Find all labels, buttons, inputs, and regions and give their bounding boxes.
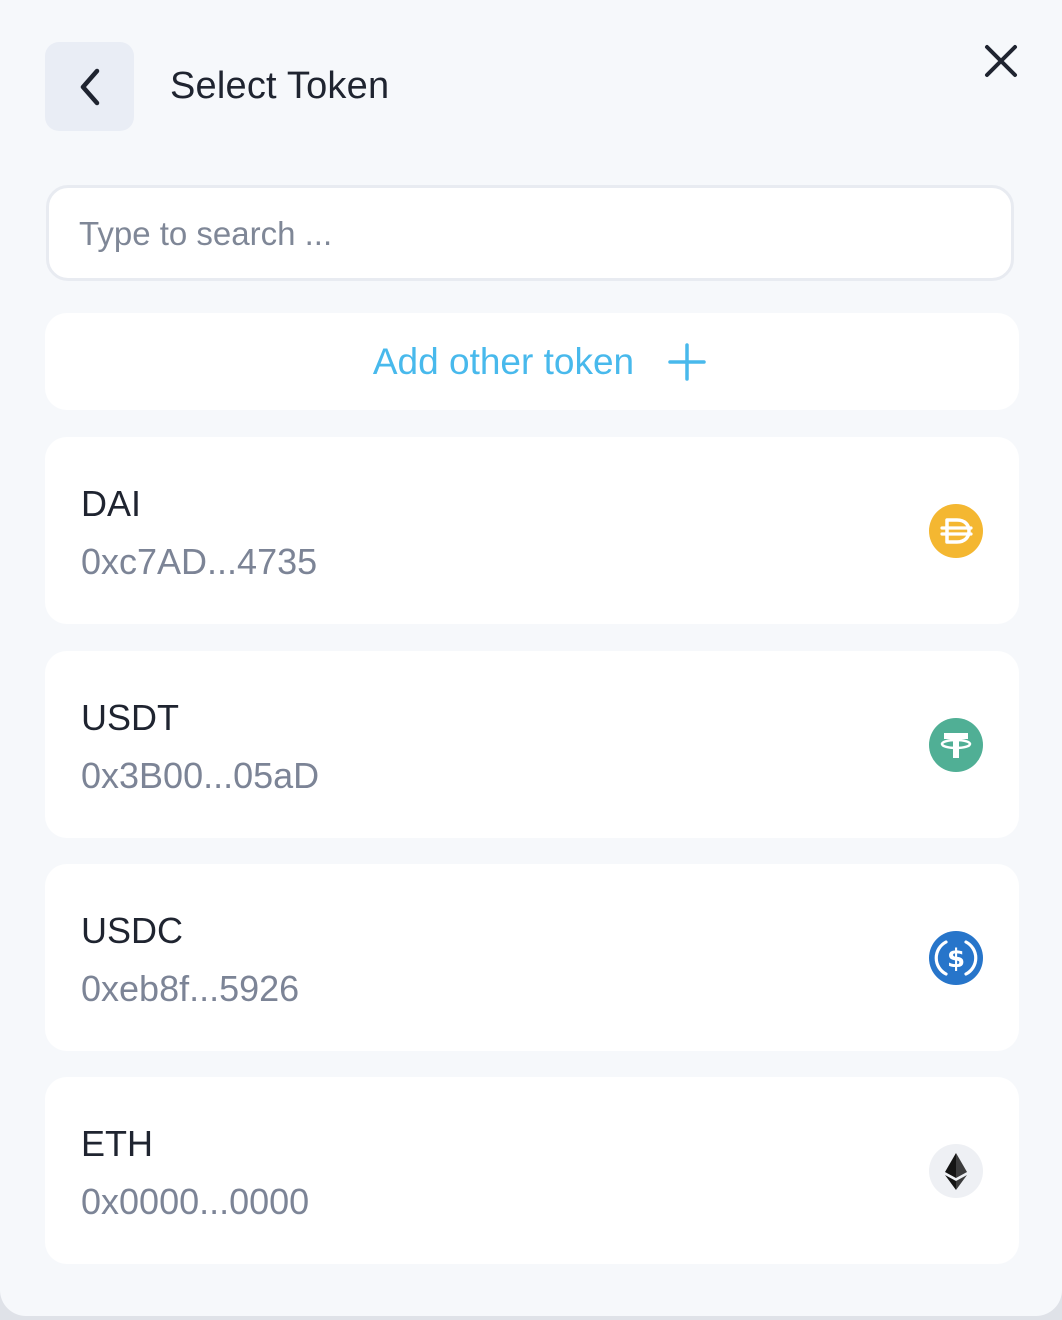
token-row-usdt[interactable]: USDT 0x3B00...05aD: [45, 651, 1019, 838]
add-other-token-button[interactable]: Add other token: [45, 313, 1019, 410]
eth-icon: [929, 1144, 983, 1198]
token-symbol: USDT: [81, 697, 179, 738]
add-other-token-label: Add other token: [372, 340, 635, 382]
chevron-left-icon: [80, 68, 99, 105]
search-input[interactable]: [77, 188, 981, 280]
token-row-dai[interactable]: DAI 0xc7AD...4735: [45, 437, 1019, 624]
token-row-usdc[interactable]: USDC 0xeb8f...5926 $: [45, 864, 1019, 1051]
usdc-icon: $: [929, 931, 983, 985]
back-button[interactable]: [45, 42, 134, 131]
usdt-icon: [929, 718, 983, 772]
plus-icon: [668, 342, 706, 381]
token-address: 0xc7AD...4735: [81, 541, 318, 582]
search-box: [46, 185, 1014, 281]
close-button[interactable]: [978, 38, 1024, 84]
select-token-panel: Select Token Add other token DAI 0xc7AD.…: [0, 0, 1062, 1316]
token-row-eth[interactable]: ETH 0x0000...0000: [45, 1077, 1019, 1264]
token-symbol: DAI: [81, 483, 142, 524]
token-symbol: USDC: [81, 910, 184, 951]
svg-text:$: $: [947, 944, 965, 974]
token-address: 0x3B00...05aD: [81, 755, 320, 796]
token-address: 0xeb8f...5926: [81, 968, 300, 1009]
page-title: Select Token: [170, 65, 390, 107]
token-symbol: ETH: [81, 1123, 153, 1164]
close-icon: [985, 45, 1017, 77]
token-address: 0x0000...0000: [81, 1181, 310, 1222]
dai-icon: [929, 504, 983, 558]
